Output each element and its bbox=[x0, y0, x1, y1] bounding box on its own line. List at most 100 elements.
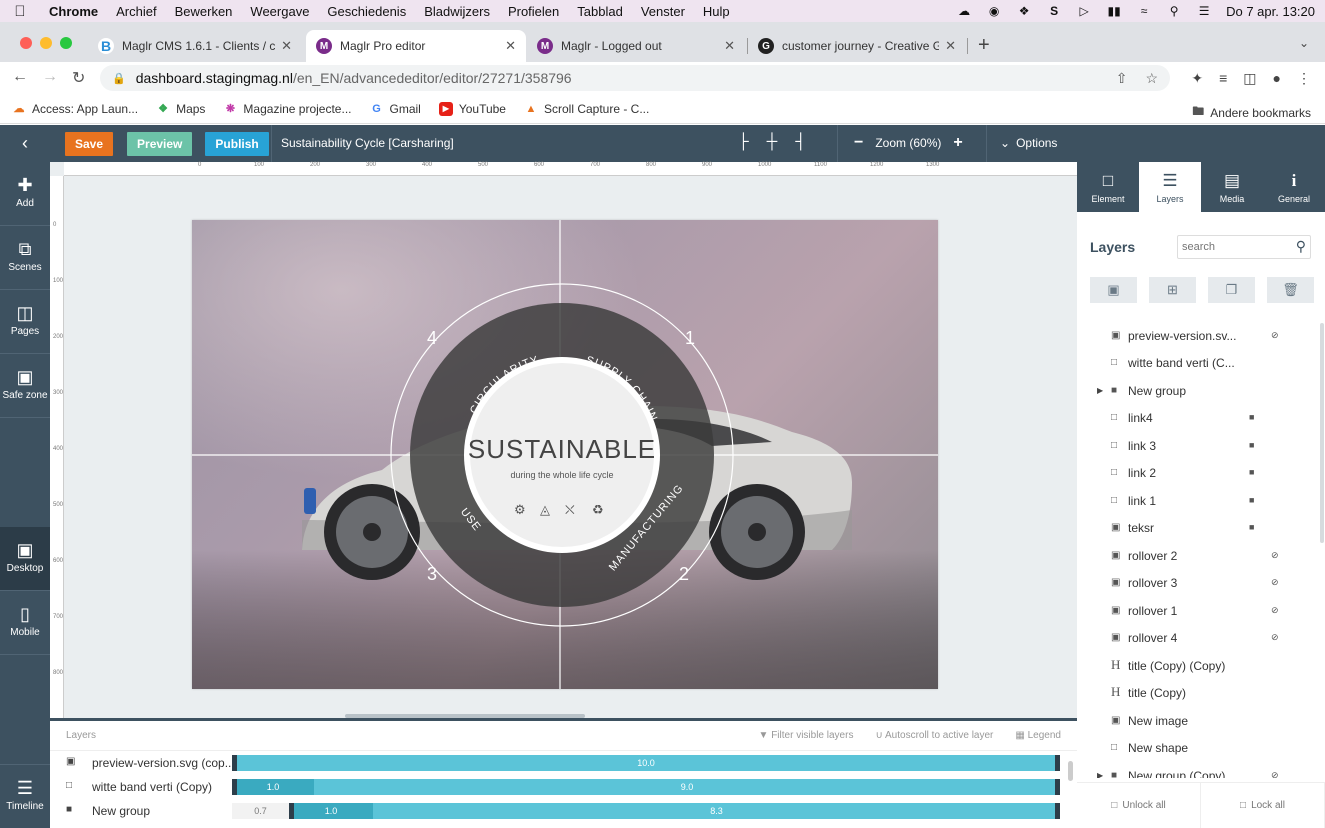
align-left-icon[interactable]: ├ bbox=[738, 133, 749, 150]
browser-tab[interactable]: M Maglr - Logged out ✕ bbox=[527, 30, 745, 62]
maximize-window-button[interactable] bbox=[60, 37, 72, 49]
bookmark-item[interactable]: G Gmail bbox=[369, 102, 421, 116]
nav-pages[interactable]: ◫ Pages bbox=[0, 290, 50, 354]
autoscroll-toggle[interactable]: ∪ Autoscroll to active layer bbox=[875, 730, 993, 741]
layer-item[interactable]: ▣ rollover 4 ⊘ bbox=[1077, 625, 1317, 652]
address-bar[interactable]: 🔒 dashboard.stagingmag.nl/en_EN/advanced… bbox=[100, 65, 1170, 91]
zoom-in-button[interactable]: + bbox=[953, 135, 962, 151]
timeline-bar-offset[interactable]: 0.7 bbox=[232, 803, 289, 819]
timeline-bar[interactable]: 8.3 bbox=[373, 803, 1060, 819]
kebab-menu-icon[interactable]: ⋮ bbox=[1297, 70, 1311, 87]
dropbox-icon[interactable]: ❖ bbox=[1016, 4, 1032, 18]
layer-item[interactable]: Htitle (Copy) bbox=[1077, 680, 1317, 707]
scribe-icon[interactable]: S bbox=[1046, 4, 1062, 18]
menu-bladwijzers[interactable]: Bladwijzers bbox=[415, 4, 499, 19]
nav-scenes[interactable]: ⧉ Scenes bbox=[0, 226, 50, 290]
group-layers-button[interactable]: ▣ bbox=[1090, 277, 1137, 303]
layer-item[interactable]: ▣ New image bbox=[1077, 708, 1317, 735]
align-center-icon[interactable]: ┼ bbox=[767, 133, 778, 150]
hidden-eye-icon[interactable]: ⊘ bbox=[1271, 577, 1279, 588]
close-window-button[interactable] bbox=[20, 37, 32, 49]
nav-safe-zone[interactable]: ▣ Safe zone bbox=[0, 354, 50, 418]
move-layer-button[interactable]: ⊞ bbox=[1149, 277, 1196, 303]
browser-tab[interactable]: G customer journey - Creative Gu ✕ bbox=[748, 30, 966, 62]
layer-search-input[interactable] bbox=[1178, 236, 1282, 258]
bookmark-star-icon[interactable]: ☆ bbox=[1145, 70, 1158, 87]
other-bookmarks[interactable]: 🖿 Andere bookmarks bbox=[1192, 102, 1311, 123]
layer-group-item[interactable]: ▶ ■ New group bbox=[1077, 378, 1317, 405]
layer-item[interactable]: □ link4 ■ bbox=[1077, 405, 1317, 432]
layer-item[interactable]: Htitle (Copy) (Copy) bbox=[1077, 653, 1317, 680]
timeline-bar-delay[interactable]: 1.0 bbox=[289, 803, 373, 819]
layer-item[interactable]: □ link 2 ■ bbox=[1077, 460, 1317, 487]
bookmark-item[interactable]: ▶ YouTube bbox=[438, 101, 506, 116]
side-panel-icon[interactable]: ◫ bbox=[1243, 70, 1256, 87]
wifi-icon[interactable]: ≈ bbox=[1136, 4, 1152, 18]
new-tab-button[interactable]: + bbox=[978, 34, 990, 57]
hidden-eye-icon[interactable]: ⊘ bbox=[1271, 550, 1279, 561]
timeline-row[interactable]: □ witte band verti (Copy) 1.0 9.0 bbox=[50, 775, 1077, 799]
menu-hulp[interactable]: Hulp bbox=[694, 4, 739, 19]
back-arrow-icon[interactable]: ← bbox=[12, 68, 28, 86]
close-tab-icon[interactable]: ✕ bbox=[281, 38, 292, 54]
menu-app-name[interactable]: Chrome bbox=[40, 4, 107, 19]
control-center-icon[interactable]: ☰ bbox=[1196, 4, 1212, 18]
duplicate-layer-button[interactable]: ❐ bbox=[1208, 277, 1255, 303]
unlock-all-button[interactable]: □ Unlock all bbox=[1077, 783, 1201, 828]
timeline-row[interactable]: ▣ preview-version.svg (cop... 10.0 bbox=[50, 751, 1077, 775]
zoom-out-button[interactable]: − bbox=[854, 135, 863, 151]
profile-avatar-icon[interactable]: ● bbox=[1273, 70, 1281, 87]
spotlight-search-icon[interactable]: ⚲ bbox=[1166, 4, 1182, 18]
layer-item[interactable]: □ witte band verti (C... bbox=[1077, 350, 1317, 377]
share-icon[interactable]: ⇧ bbox=[1116, 70, 1128, 87]
legend-toggle[interactable]: ▦ Legend bbox=[1015, 730, 1061, 741]
bookmark-item[interactable]: ▲ Scroll Capture - C... bbox=[524, 102, 650, 116]
layer-item[interactable]: ▣ rollover 3 ⊘ bbox=[1077, 570, 1317, 597]
page-stage[interactable]: SUSTAINABLE during the whole life cycle … bbox=[192, 220, 938, 689]
hidden-eye-icon[interactable]: ⊘ bbox=[1271, 632, 1279, 643]
layer-list-scrollbar[interactable] bbox=[1320, 323, 1324, 543]
tab-media[interactable]: ▤ Media bbox=[1201, 162, 1263, 212]
preview-button[interactable]: Preview bbox=[127, 131, 193, 156]
layer-item[interactable]: ▣ rollover 1 ⊘ bbox=[1077, 598, 1317, 625]
bar-start-handle[interactable] bbox=[289, 803, 294, 819]
hidden-eye-icon[interactable]: ⊘ bbox=[1271, 330, 1279, 341]
expand-arrow-icon[interactable]: ▶ bbox=[1097, 386, 1103, 395]
close-tab-icon[interactable]: ✕ bbox=[505, 38, 516, 54]
align-right-icon[interactable]: ┤ bbox=[795, 133, 806, 150]
timeline-scrollbar[interactable] bbox=[1068, 761, 1073, 781]
nav-desktop[interactable]: ▣ Desktop bbox=[0, 527, 50, 591]
extensions-puzzle-icon[interactable]: ✦ bbox=[1191, 70, 1203, 87]
menu-venster[interactable]: Venster bbox=[632, 4, 694, 19]
browser-tab[interactable]: B Maglr CMS 1.6.1 - Clients / clie ✕ bbox=[88, 30, 302, 62]
bar-start-handle[interactable] bbox=[232, 779, 237, 795]
bar-end-handle[interactable] bbox=[1055, 803, 1060, 819]
reading-list-icon[interactable]: ≡ bbox=[1219, 70, 1227, 87]
hidden-eye-icon[interactable]: ⊘ bbox=[1271, 770, 1279, 778]
menu-weergave[interactable]: Weergave bbox=[241, 4, 318, 19]
creative-cloud-icon[interactable]: ◉ bbox=[986, 4, 1002, 18]
lock-icon[interactable]: ■ bbox=[1249, 495, 1254, 505]
bar-end-handle[interactable] bbox=[1055, 755, 1060, 771]
menu-datetime[interactable]: Do 7 apr. 13:20 bbox=[1226, 4, 1315, 19]
timeline-bar[interactable]: 10.0 bbox=[232, 755, 1060, 771]
layer-item[interactable]: ▣ teksr ■ bbox=[1077, 515, 1317, 542]
canvas-area[interactable]: 0 100 200 300 400 500 600 700 800 900 10… bbox=[50, 162, 1077, 718]
bar-end-handle[interactable] bbox=[1055, 779, 1060, 795]
timeline-bar-delay[interactable]: 1.0 bbox=[232, 779, 314, 795]
menu-profielen[interactable]: Profielen bbox=[499, 4, 568, 19]
layer-group-item[interactable]: ▶ ■ New group (Copy) ⊘ bbox=[1077, 763, 1317, 778]
tab-layers[interactable]: ☰ Layers bbox=[1139, 162, 1201, 212]
options-dropdown[interactable]: ⌄ Options bbox=[1000, 136, 1057, 150]
menu-geschiedenis[interactable]: Geschiedenis bbox=[318, 4, 415, 19]
play-icon[interactable]: ▷ bbox=[1076, 4, 1092, 18]
filter-visible-layers-toggle[interactable]: ▼ Filter visible layers bbox=[759, 730, 854, 741]
delete-layer-button[interactable]: 🗑 bbox=[1267, 277, 1314, 303]
save-button[interactable]: Save bbox=[65, 131, 114, 156]
lock-icon[interactable]: ■ bbox=[1249, 467, 1254, 477]
timeline-bar[interactable]: 9.0 bbox=[314, 779, 1060, 795]
layer-item[interactable]: □ New shape bbox=[1077, 735, 1317, 762]
reload-icon[interactable]: ↻ bbox=[72, 68, 85, 88]
search-icon[interactable]: ⚲ bbox=[1296, 238, 1306, 255]
tab-search-chevron-icon[interactable]: ⌄ bbox=[1299, 36, 1309, 50]
